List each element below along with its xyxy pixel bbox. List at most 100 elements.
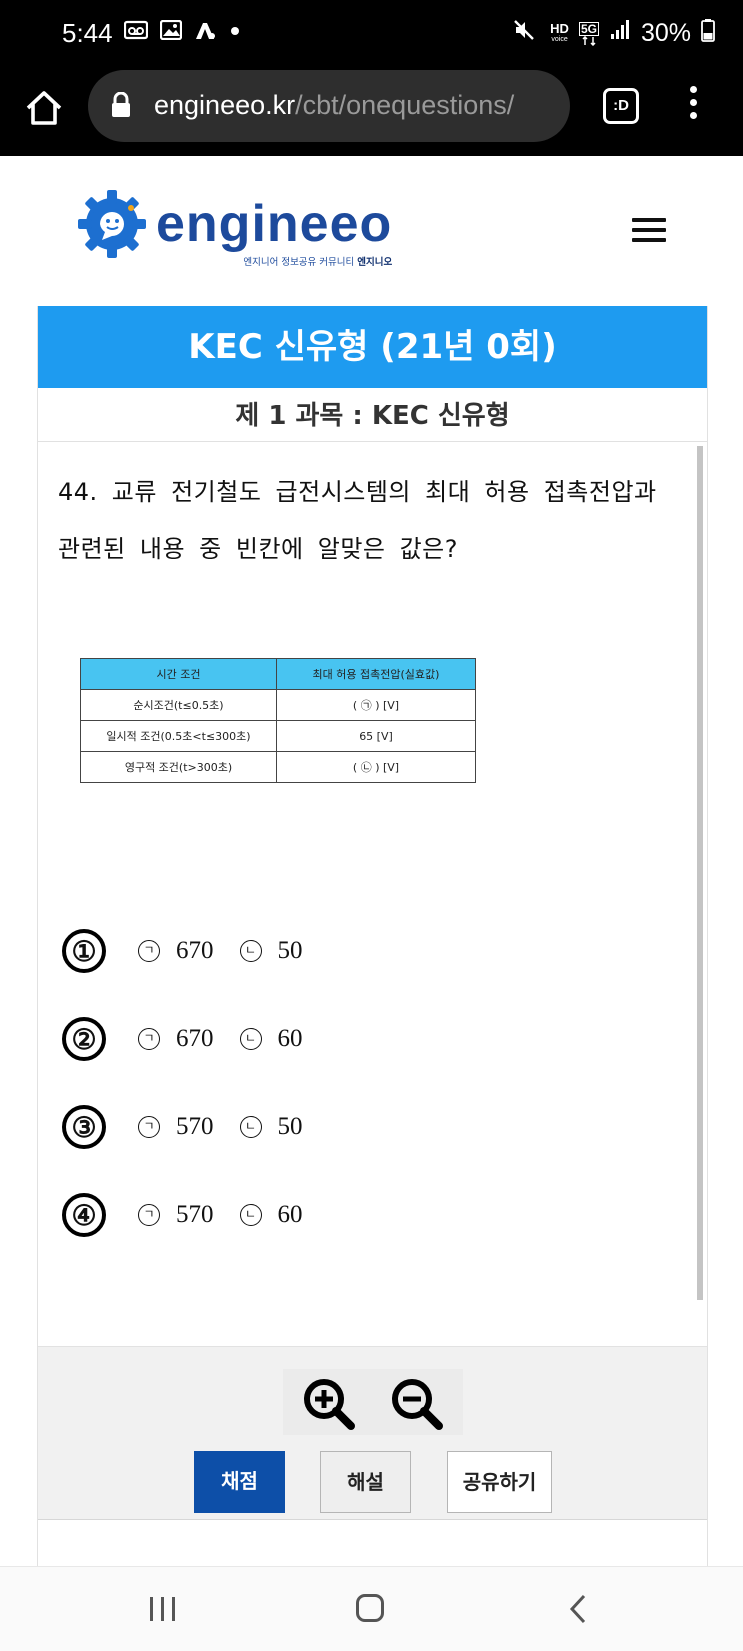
choice-option-a: ㄱ 670 bbox=[138, 1025, 214, 1053]
recent-apps-icon bbox=[150, 1597, 153, 1621]
share-button[interactable]: 공유하기 bbox=[447, 1451, 552, 1513]
status-time: 5:44 bbox=[62, 18, 113, 48]
table-header: 시간 조건 bbox=[80, 658, 277, 690]
choice-value: 570 bbox=[176, 1113, 214, 1140]
5g-icon: 5G bbox=[578, 21, 599, 46]
table-cell: 영구적 조건(t>300초) bbox=[80, 751, 277, 783]
logo-tagline-text: 엔지니어 정보공유 커뮤니티 bbox=[243, 257, 355, 268]
choice-marker: ㄴ bbox=[239, 1116, 262, 1138]
status-left-icons bbox=[123, 19, 240, 44]
zoom-in-icon bbox=[304, 1379, 355, 1430]
notification-dot-icon bbox=[230, 20, 240, 44]
choice-marker: ㄴ bbox=[239, 1204, 262, 1226]
menu-dot-icon bbox=[689, 99, 697, 106]
voice-label: voice bbox=[551, 35, 568, 43]
zoom-in-button[interactable] bbox=[301, 1377, 357, 1431]
system-nav-bar bbox=[0, 1566, 743, 1651]
logo-wordmark: engineeo bbox=[156, 195, 393, 253]
menu-dot-icon bbox=[689, 112, 697, 119]
choice-value: 570 bbox=[176, 1201, 214, 1228]
back-icon bbox=[569, 1594, 586, 1624]
recent-apps-icon bbox=[161, 1597, 164, 1621]
question-area: 44. 교류 전기철도 급전시스템의 최대 허용 접촉전압과 관련된 내용 중 … bbox=[38, 442, 707, 1346]
recent-apps-button[interactable] bbox=[150, 1597, 176, 1621]
answer-choice-3[interactable]: ③ ㄱ 570 ㄴ 50 bbox=[62, 1102, 303, 1152]
site-logo[interactable]: engineeo 엔지니어 정보공유 커뮤니티 엔지니오 bbox=[76, 188, 393, 268]
choice-value: 670 bbox=[176, 937, 214, 964]
choice-marker: ㄴ bbox=[239, 940, 262, 962]
choice-option-b: ㄴ 50 bbox=[239, 937, 303, 965]
choice-value: 60 bbox=[277, 1201, 303, 1228]
menu-line-icon bbox=[632, 228, 666, 232]
table-header: 최대 허용 접촉전압(실효값) bbox=[276, 658, 476, 690]
menu-line-icon bbox=[632, 218, 666, 222]
choice-value: 670 bbox=[176, 1025, 214, 1052]
site-header: engineeo 엔지니어 정보공유 커뮤니티 엔지니오 bbox=[0, 156, 743, 306]
voicemail-icon bbox=[123, 20, 149, 44]
zoom-out-button[interactable] bbox=[389, 1377, 445, 1431]
answer-choice-4[interactable]: ④ ㄱ 570 ㄴ 60 bbox=[62, 1190, 303, 1240]
choice-number: ② bbox=[62, 1017, 106, 1061]
logo-tagline: 엔지니어 정보공유 커뮤니티 엔지니오 bbox=[243, 254, 392, 268]
table-row: 순시조건(t≤0.5초) ( ㉠ ) [V] bbox=[80, 689, 476, 721]
recent-apps-icon bbox=[172, 1597, 175, 1621]
question-text: 44. 교류 전기철도 급전시스템의 최대 허용 접촉전압과 관련된 내용 중 … bbox=[58, 478, 657, 563]
hamburger-menu-button[interactable] bbox=[632, 218, 666, 242]
zoom-controls bbox=[283, 1369, 463, 1435]
app-icon bbox=[194, 20, 218, 44]
mute-icon bbox=[512, 18, 536, 49]
choice-number: ③ bbox=[62, 1105, 106, 1149]
choice-marker: ㄱ bbox=[138, 1204, 160, 1226]
menu-dot-icon bbox=[689, 86, 697, 93]
lock-icon bbox=[110, 91, 132, 122]
browser-home-button[interactable] bbox=[22, 86, 66, 130]
choice-number: ④ bbox=[62, 1193, 106, 1237]
net-label: 5G bbox=[578, 21, 599, 36]
url-field[interactable]: engineeo.kr/cbt/onequestions/ bbox=[88, 70, 570, 142]
menu-line-icon bbox=[632, 238, 666, 242]
choice-option-b: ㄴ 50 bbox=[239, 1113, 303, 1141]
hd-voice-icon: HD voice bbox=[550, 20, 569, 45]
tabs-button[interactable]: :D bbox=[603, 88, 639, 124]
logo-gear-icon bbox=[78, 190, 146, 258]
choice-marker: ㄱ bbox=[138, 1116, 160, 1138]
table-row: 영구적 조건(t>300초) ( ㉡ ) [V] bbox=[80, 751, 476, 783]
choice-value: 50 bbox=[277, 1113, 303, 1140]
table-cell: ( ㉡ ) [V] bbox=[276, 751, 476, 783]
url-domain: engineeo.kr bbox=[154, 90, 296, 120]
action-panel: 채점 해설 공유하기 bbox=[38, 1346, 707, 1520]
table-cell: 일시적 조건(0.5초<t≤300초) bbox=[80, 720, 277, 752]
table-cell: ( ㉠ ) [V] bbox=[276, 689, 476, 721]
choice-value: 50 bbox=[277, 937, 303, 964]
choice-option-b: ㄴ 60 bbox=[239, 1025, 303, 1053]
choice-marker: ㄴ bbox=[239, 1028, 262, 1050]
table-row: 일시적 조건(0.5초<t≤300초) 65 [V] bbox=[80, 720, 476, 752]
answer-choice-1[interactable]: ① ㄱ 670 ㄴ 50 bbox=[62, 926, 303, 976]
logo-tagline-brand: 엔지니오 bbox=[357, 257, 393, 268]
subject-title: 제 1 과목 : KEC 신유형 bbox=[38, 388, 707, 442]
home-outline-icon bbox=[26, 91, 62, 125]
logo-text-group: engineeo 엔지니어 정보공유 커뮤니티 엔지니오 bbox=[156, 195, 393, 268]
url-text: engineeo.kr/cbt/onequestions/ bbox=[154, 90, 514, 121]
choice-option-a: ㄱ 570 bbox=[138, 1201, 214, 1229]
table-cell: 65 [V] bbox=[276, 720, 476, 752]
choice-option-a: ㄱ 570 bbox=[138, 1113, 214, 1141]
grade-button[interactable]: 채점 bbox=[194, 1451, 285, 1513]
battery-percent: 30% bbox=[640, 19, 691, 47]
choice-value: 60 bbox=[277, 1025, 303, 1052]
signal-icon bbox=[609, 19, 631, 48]
scrollbar[interactable] bbox=[697, 446, 703, 1300]
answer-choice-2[interactable]: ② ㄱ 670 ㄴ 60 bbox=[62, 1014, 303, 1064]
exam-title: KEC 신유형 (21년 0회) bbox=[38, 306, 707, 388]
choice-number: ① bbox=[62, 929, 106, 973]
zoom-out-icon bbox=[392, 1379, 443, 1430]
browser-toolbar: engineeo.kr/cbt/onequestions/ :D bbox=[0, 66, 743, 156]
battery-icon bbox=[701, 18, 715, 49]
table-header-row: 시간 조건 최대 허용 접촉전압(실효값) bbox=[80, 658, 476, 690]
browser-menu-button[interactable] bbox=[686, 86, 700, 130]
explanation-button[interactable]: 해설 bbox=[320, 1451, 411, 1513]
choice-marker: ㄱ bbox=[138, 940, 160, 962]
home-button[interactable] bbox=[356, 1594, 384, 1622]
back-button[interactable] bbox=[568, 1593, 588, 1625]
hd-label: HD bbox=[550, 20, 569, 36]
